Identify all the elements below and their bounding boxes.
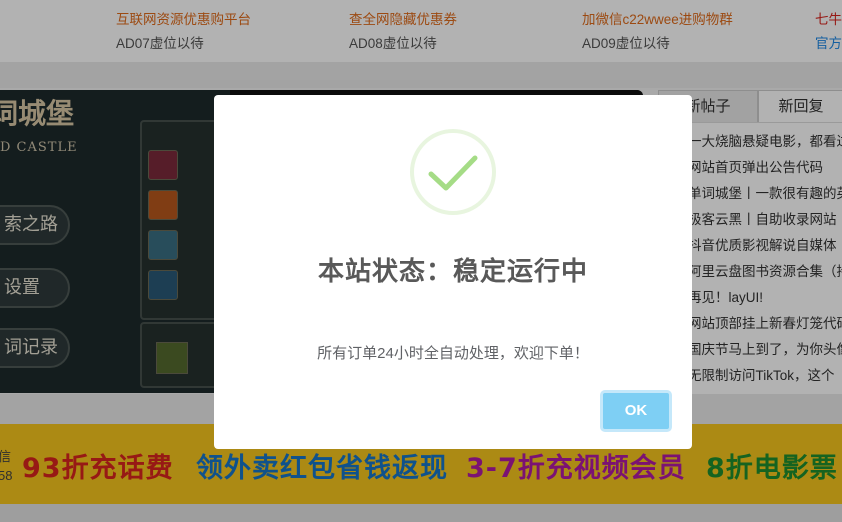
dialog-message: 所有订单24小时全自动处理，欢迎下单！ — [317, 345, 589, 362]
ok-button[interactable]: OK — [600, 390, 672, 432]
success-check-icon — [410, 129, 496, 215]
status-dialog: 本站状态：稳定运行中 所有订单24小时全自动处理，欢迎下单！ OK — [214, 95, 692, 449]
dialog-title: 本站状态：稳定运行中 — [317, 256, 588, 286]
